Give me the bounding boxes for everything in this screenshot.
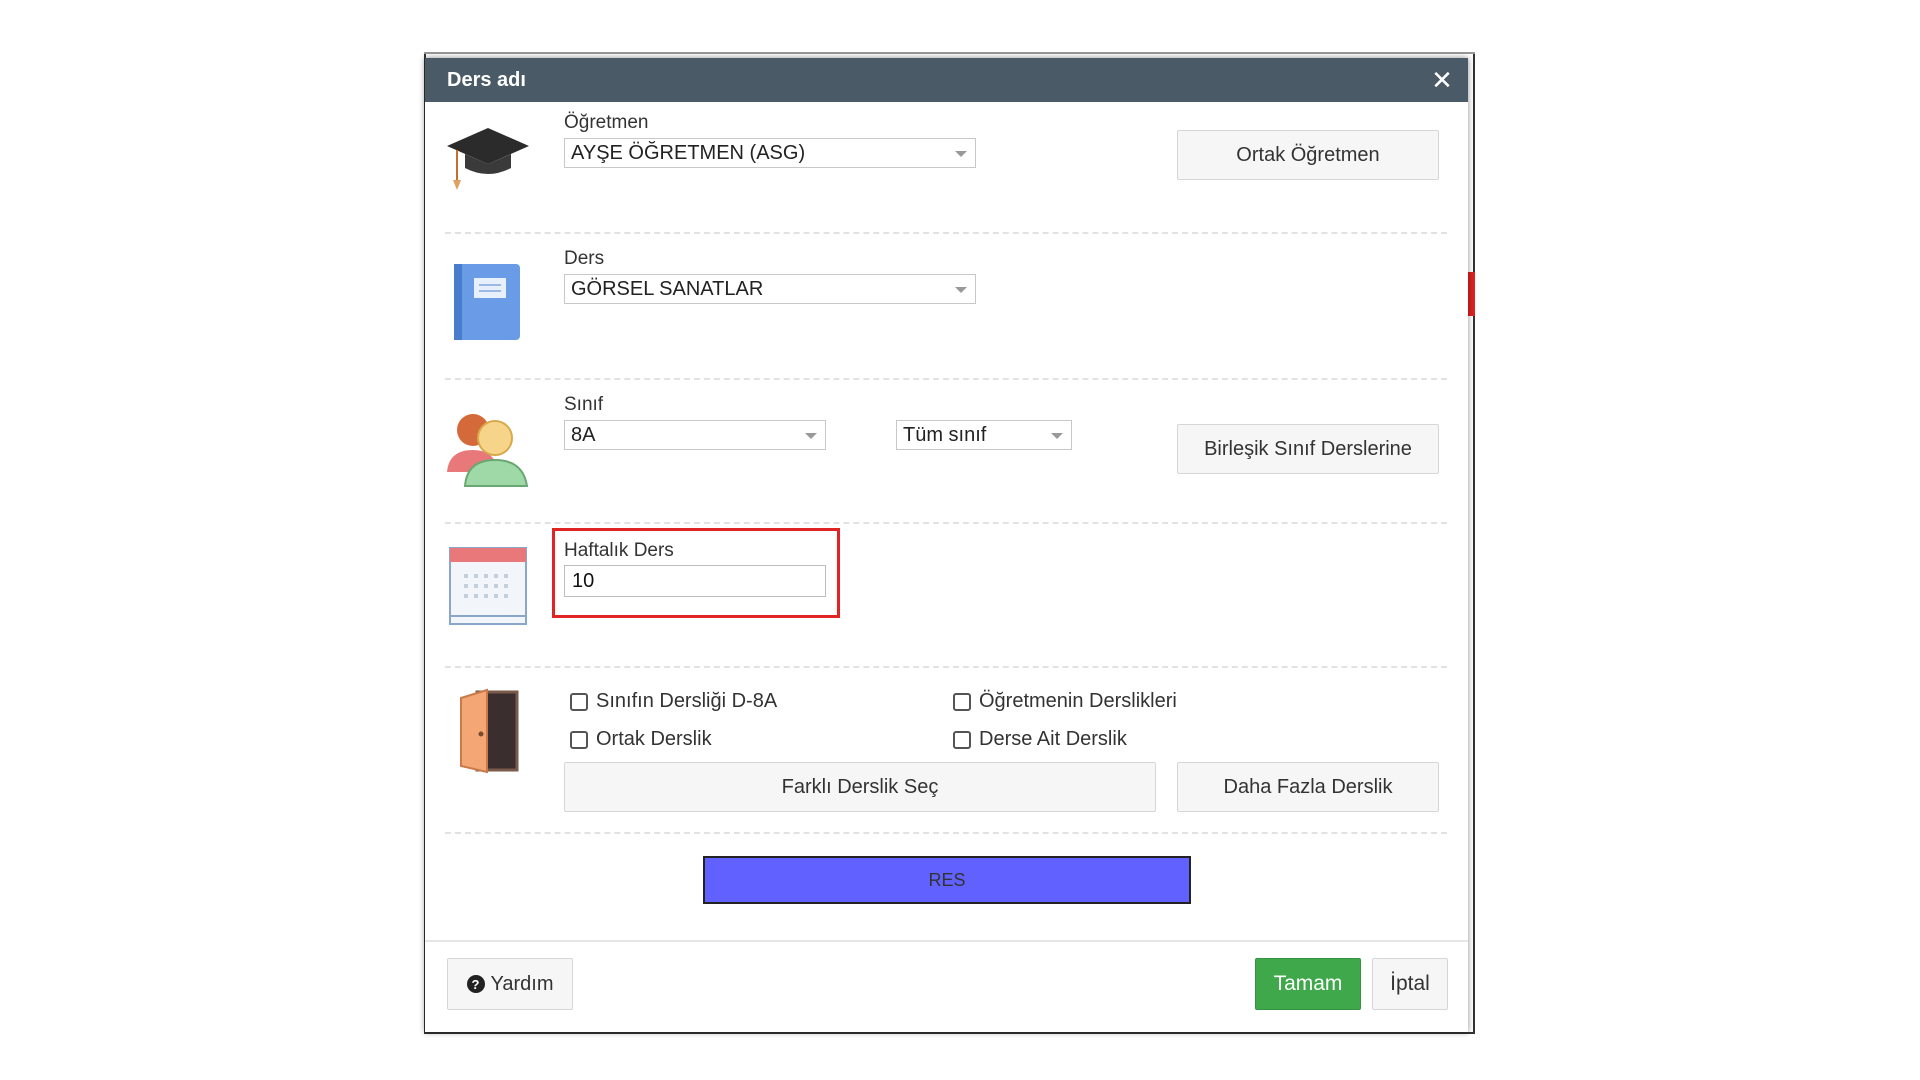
- teacher-section: Öğretmen AYŞE ÖĞRETMEN (ASG) Ortak Öğret…: [445, 102, 1447, 234]
- checkbox[interactable]: [570, 692, 588, 711]
- weekly-section: Haftalık Ders 10: [445, 524, 1447, 668]
- course-select[interactable]: GÖRSEL SANATLAR: [564, 274, 976, 304]
- teacher-select[interactable]: AYŞE ÖĞRETMEN (ASG): [564, 138, 976, 168]
- calendar-icon: [449, 547, 527, 625]
- class-scope-value: Tüm sınıf: [903, 424, 987, 446]
- combined-class-button[interactable]: Birleşik Sınıf Derslerine: [1177, 424, 1439, 474]
- chevron-down-icon: [955, 287, 967, 293]
- chevron-down-icon: [805, 433, 817, 439]
- teacher-label: Öğretmen: [564, 112, 649, 133]
- course-section: Ders GÖRSEL SANATLAR: [445, 234, 1447, 380]
- checkbox[interactable]: [953, 692, 971, 711]
- close-icon[interactable]: ✕: [1428, 65, 1456, 95]
- course-select-value: GÖRSEL SANATLAR: [571, 278, 764, 300]
- classroom-option-label: Öğretmenin Derslikleri: [979, 690, 1177, 712]
- classroom-option-teacher[interactable]: Öğretmenin Derslikleri: [953, 690, 1177, 713]
- weekly-lessons-input[interactable]: 10: [564, 565, 826, 597]
- select-classroom-button[interactable]: Farklı Derslik Seç: [564, 762, 1156, 812]
- class-select[interactable]: 8A: [564, 420, 826, 450]
- background-marker: [1468, 272, 1475, 316]
- question-icon: ?: [466, 975, 485, 993]
- class-label: Sınıf: [564, 394, 604, 415]
- cancel-button[interactable]: İptal: [1372, 958, 1448, 1010]
- help-button[interactable]: ? Yardım: [447, 958, 573, 1010]
- more-classrooms-button[interactable]: Daha Fazla Derslik: [1177, 762, 1439, 812]
- background-gridline: [424, 52, 1475, 54]
- checkbox[interactable]: [953, 730, 971, 749]
- res-color-bar[interactable]: RES: [703, 856, 1191, 904]
- classroom-option-label: Ortak Derslik: [596, 728, 712, 750]
- dialog-titlebar: Ders adı ✕: [425, 58, 1468, 102]
- help-label: Yardım: [490, 972, 554, 995]
- dialog-title: Ders adı: [447, 68, 526, 91]
- weekly-label: Haftalık Ders: [564, 540, 674, 561]
- class-scope-select[interactable]: Tüm sınıf: [896, 420, 1072, 450]
- class-section: Sınıf 8A Tüm sınıf Birleşik Sınıf Dersle…: [445, 380, 1447, 524]
- students-icon: [447, 414, 529, 487]
- chevron-down-icon: [955, 151, 967, 157]
- classroom-option-shared[interactable]: Ortak Derslik: [570, 728, 712, 751]
- class-select-value: 8A: [571, 424, 596, 446]
- ok-button[interactable]: Tamam: [1255, 958, 1361, 1010]
- classroom-option-course[interactable]: Derse Ait Derslik: [953, 728, 1127, 751]
- classroom-option-label: Derse Ait Derslik: [979, 728, 1127, 750]
- chevron-down-icon: [1051, 433, 1063, 439]
- course-label: Ders: [564, 248, 605, 269]
- book-icon: [454, 264, 520, 340]
- classroom-section: Sınıfın Dersliği D-8A Öğretmenin Derslik…: [445, 668, 1447, 834]
- checkbox[interactable]: [570, 730, 588, 749]
- classroom-option-label: Sınıfın Dersliği D-8A: [596, 690, 778, 712]
- shared-teacher-button[interactable]: Ortak Öğretmen: [1177, 130, 1439, 180]
- course-dialog: Ders adı ✕ Öğretmen AYŞE ÖĞRETMEN (ASG) …: [425, 58, 1468, 1032]
- graduation-cap-icon: [447, 128, 529, 190]
- teacher-select-value: AYŞE ÖĞRETMEN (ASG): [571, 142, 806, 164]
- classroom-option-class[interactable]: Sınıfın Dersliği D-8A: [570, 690, 777, 713]
- footer-divider: [425, 940, 1468, 942]
- door-icon: [460, 688, 519, 774]
